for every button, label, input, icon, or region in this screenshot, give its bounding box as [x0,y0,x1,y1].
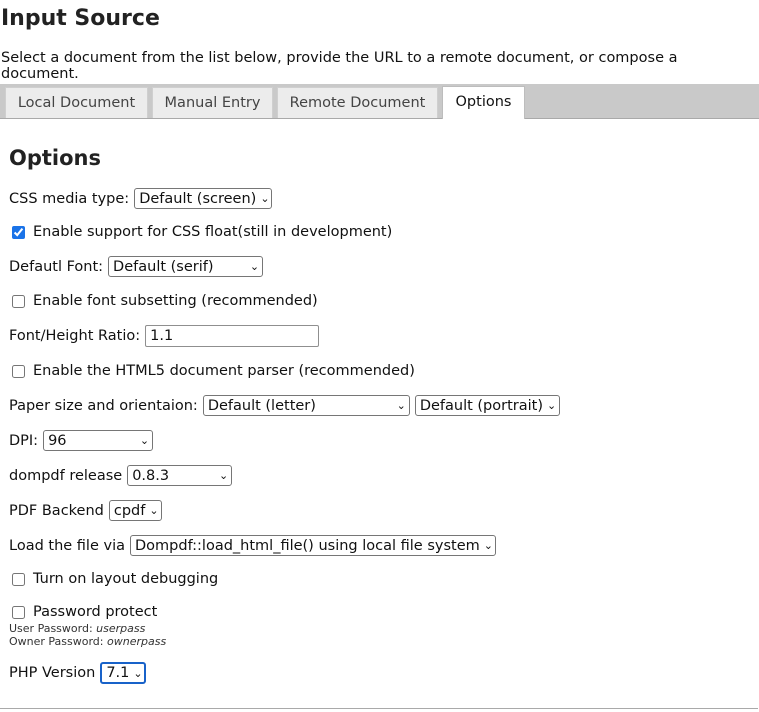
css-float-label: Enable support for CSS float(still in de… [33,224,393,240]
password-protect-label: Password protect [33,604,158,620]
chevron-down-icon: ⌄ [139,434,150,447]
layout-debugging-row: Turn on layout debugging [9,571,218,587]
php-version-value: 7.1 [106,665,130,681]
paper-orientation-value: Default (portrait) [419,397,543,414]
user-password-line: User Password: userpass [9,622,145,635]
owner-password-label: Owner Password: [9,635,104,648]
backend-row: PDF Backend cpdf ⌄ [9,500,162,521]
chevron-down-icon: ⌄ [149,504,159,517]
user-password-value: userpass [96,622,146,635]
backend-label: PDF Backend [9,502,104,519]
load-via-value: Dompdf::load_html_file() using local fil… [135,537,480,554]
page-intro: Select a document from the list below, p… [1,50,678,82]
release-label: dompdf release [9,467,123,484]
user-password-label: User Password: [9,622,93,635]
html5-parser-row: Enable the HTML5 document parser (recomm… [9,363,415,379]
chevron-down-icon: ⌄ [249,260,260,273]
dpi-select[interactable]: 96 ⌄ [43,430,154,451]
media-type-label: CSS media type: [9,190,130,207]
paper-orientation-select[interactable]: Default (portrait) ⌄ [414,395,560,416]
font-subsetting-checkbox[interactable] [12,294,25,308]
password-protect-checkbox[interactable] [12,605,25,619]
paper-row: Paper size and orientaion: Default (lett… [9,395,560,416]
css-float-row: Enable support for CSS float(still in de… [9,224,392,240]
default-font-value: Default (serif) [113,258,214,275]
password-protect-row: Password protect [9,604,157,620]
chevron-down-icon: ⌄ [547,399,557,412]
chevron-down-icon: ⌄ [396,399,406,412]
dpi-row: DPI: 96 ⌄ [9,430,154,451]
media-type-row: CSS media type: Default (screen) ⌄ [9,188,273,209]
chevron-down-icon: ⌄ [260,192,270,205]
options-heading: Options [9,146,101,170]
media-type-select[interactable]: Default (screen) ⌄ [134,188,273,209]
chevron-down-icon: ⌄ [133,666,143,680]
paper-size-select[interactable]: Default (letter) ⌄ [202,395,410,416]
default-font-label: Defautl Font: [9,258,104,275]
tab-bar: Local Document Manual Entry Remote Docum… [0,84,759,120]
font-height-ratio-input[interactable] [145,325,320,347]
paper-size-value: Default (letter) [207,397,316,414]
dpi-value: 96 [48,432,67,449]
font-height-ratio-row: Font/Height Ratio: [9,325,320,347]
tab-options[interactable]: Options [442,86,525,119]
backend-value: cpdf [113,502,146,519]
release-value: 0.8.3 [132,467,170,484]
release-row: dompdf release 0.8.3 ⌄ [9,465,233,486]
default-font-row: Defautl Font: Default (serif) ⌄ [9,256,264,277]
dpi-label: DPI: [9,432,39,449]
load-via-label: Load the file via [9,537,125,554]
media-type-value: Default (screen) [139,190,257,207]
font-height-ratio-label: Font/Height Ratio: [9,328,141,344]
php-version-row: PHP Version 7.1 ⌄ [9,662,147,684]
css-float-checkbox[interactable] [12,225,25,239]
php-version-select[interactable]: 7.1 ⌄ [100,662,147,684]
paper-label: Paper size and orientaion: [9,397,198,414]
owner-password-line: Owner Password: ownerpass [9,635,166,648]
font-subsetting-label: Enable font subsetting (recommended) [33,293,318,309]
release-select[interactable]: 0.8.3 ⌄ [127,465,233,486]
layout-debugging-label: Turn on layout debugging [33,571,219,587]
tab-manual-entry[interactable]: Manual Entry [152,87,273,118]
load-via-select[interactable]: Dompdf::load_html_file() using local fil… [130,535,496,556]
tab-local-document[interactable]: Local Document [5,87,148,118]
page-title: Input Source [1,6,160,31]
default-font-select[interactable]: Default (serif) ⌄ [108,256,264,277]
options-panel: Options CSS media type: Default (screen)… [0,120,758,709]
backend-select[interactable]: cpdf ⌄ [108,500,162,521]
chevron-down-icon: ⌄ [483,539,493,552]
font-subsetting-row: Enable font subsetting (recommended) [9,293,318,309]
layout-debugging-checkbox[interactable] [12,572,25,586]
load-via-row: Load the file via Dompdf::load_html_file… [9,535,496,556]
chevron-down-icon: ⌄ [218,469,229,482]
php-version-label: PHP Version [9,665,96,681]
html5-parser-checkbox[interactable] [12,364,25,378]
html5-parser-label: Enable the HTML5 document parser (recomm… [33,363,415,379]
tab-remote-document[interactable]: Remote Document [277,87,438,118]
owner-password-value: ownerpass [107,635,167,648]
